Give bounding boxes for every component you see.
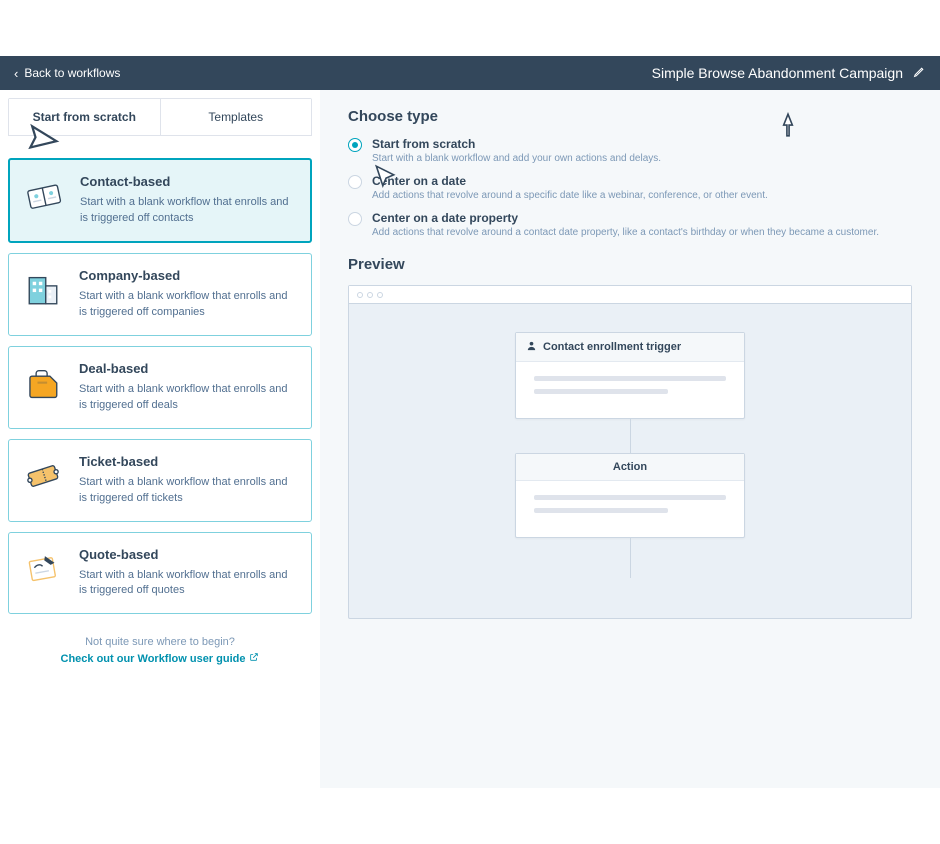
radio-center-on-date[interactable]: Center on a date Add actions that revolv… — [348, 174, 912, 201]
card-desc: Start with a blank workflow that enrolls… — [79, 382, 297, 414]
card-title: Ticket-based — [79, 454, 297, 469]
flow-connector — [630, 419, 631, 453]
card-title: Deal-based — [79, 361, 297, 376]
type-radio-group: Start from scratch Start with a blank wo… — [348, 137, 912, 238]
right-panel: Choose type Start from scratch Start wit… — [320, 90, 940, 788]
back-to-workflows-link[interactable]: ‹ Back to workflows — [14, 66, 120, 81]
preview-trigger-card: Contact enrollment trigger — [515, 332, 745, 419]
main-layout: Start from scratch Templates Contact-bas… — [0, 90, 940, 788]
external-link-icon — [249, 652, 259, 665]
quote-icon — [21, 547, 65, 591]
workflow-title: Simple Browse Abandonment Campaign — [652, 65, 903, 81]
card-desc: Start with a blank workflow that enrolls… — [79, 568, 297, 600]
chevron-left-icon: ‹ — [14, 66, 18, 81]
pencil-icon[interactable] — [913, 65, 926, 81]
radio-label: Center on a date — [372, 174, 768, 188]
ticket-icon — [21, 454, 65, 498]
radio-sub: Add actions that revolve around a specif… — [372, 190, 768, 201]
radio-center-on-date-property[interactable]: Center on a date property Add actions th… — [348, 211, 912, 238]
app-header: ‹ Back to workflows Simple Browse Abando… — [0, 56, 940, 90]
window-dot-icon — [357, 292, 363, 298]
card-company-based[interactable]: Company-based Start with a blank workflo… — [8, 253, 312, 336]
preview-trigger-head: Contact enrollment trigger — [516, 333, 744, 362]
choose-type-heading: Choose type — [348, 108, 912, 125]
radio-label: Center on a date property — [372, 211, 879, 225]
card-ticket-based[interactable]: Ticket-based Start with a blank workflow… — [8, 439, 312, 522]
card-title: Quote-based — [79, 547, 297, 562]
card-desc: Start with a blank workflow that enrolls… — [79, 475, 297, 507]
preview-canvas: Contact enrollment trigger Action — [349, 304, 911, 618]
skeleton-line — [534, 495, 726, 500]
workflow-guide-link[interactable]: Check out our Workflow user guide — [61, 652, 260, 665]
skeleton-line — [534, 508, 668, 513]
radio-indicator — [348, 175, 362, 189]
card-title: Company-based — [79, 268, 297, 283]
card-contact-based[interactable]: Contact-based Start with a blank workflo… — [8, 158, 312, 243]
preview-area: Contact enrollment trigger Action — [348, 285, 912, 619]
card-desc: Start with a blank workflow that enrolls… — [80, 195, 296, 227]
skeleton-line — [534, 376, 726, 381]
card-desc: Start with a blank workflow that enrolls… — [79, 289, 297, 321]
preview-action-card: Action — [515, 453, 745, 538]
card-quote-based[interactable]: Quote-based Start with a blank workflow … — [8, 532, 312, 615]
card-deal-based[interactable]: Deal-based Start with a blank workflow t… — [8, 346, 312, 429]
radio-sub: Start with a blank workflow and add your… — [372, 153, 661, 164]
tab-templates[interactable]: Templates — [160, 99, 312, 135]
card-title: Contact-based — [80, 174, 296, 189]
radio-indicator — [348, 138, 362, 152]
workflow-title-area: Simple Browse Abandonment Campaign — [652, 65, 926, 81]
radio-label: Start from scratch — [372, 137, 661, 151]
workflow-type-cards: Contact-based Start with a blank workflo… — [8, 158, 312, 614]
radio-indicator — [348, 212, 362, 226]
radio-start-from-scratch[interactable]: Start from scratch Start with a blank wo… — [348, 137, 912, 164]
tab-bar: Start from scratch Templates — [8, 98, 312, 136]
window-dot-icon — [377, 292, 383, 298]
tab-start-from-scratch[interactable]: Start from scratch — [9, 99, 160, 135]
help-area: Not quite sure where to begin? Check out… — [8, 636, 312, 665]
left-panel: Start from scratch Templates Contact-bas… — [0, 90, 320, 788]
contact-icon — [22, 174, 66, 218]
skeleton-line — [534, 389, 668, 394]
preview-action-head: Action — [516, 454, 744, 481]
deal-icon — [21, 361, 65, 405]
company-icon — [21, 268, 65, 312]
preview-window-bar — [349, 286, 911, 304]
radio-sub: Add actions that revolve around a contac… — [372, 227, 879, 238]
window-dot-icon — [367, 292, 373, 298]
contact-icon — [526, 340, 537, 354]
back-label: Back to workflows — [24, 66, 120, 80]
preview-heading: Preview — [348, 256, 912, 273]
help-prompt: Not quite sure where to begin? — [8, 636, 312, 648]
flow-connector — [630, 538, 631, 578]
